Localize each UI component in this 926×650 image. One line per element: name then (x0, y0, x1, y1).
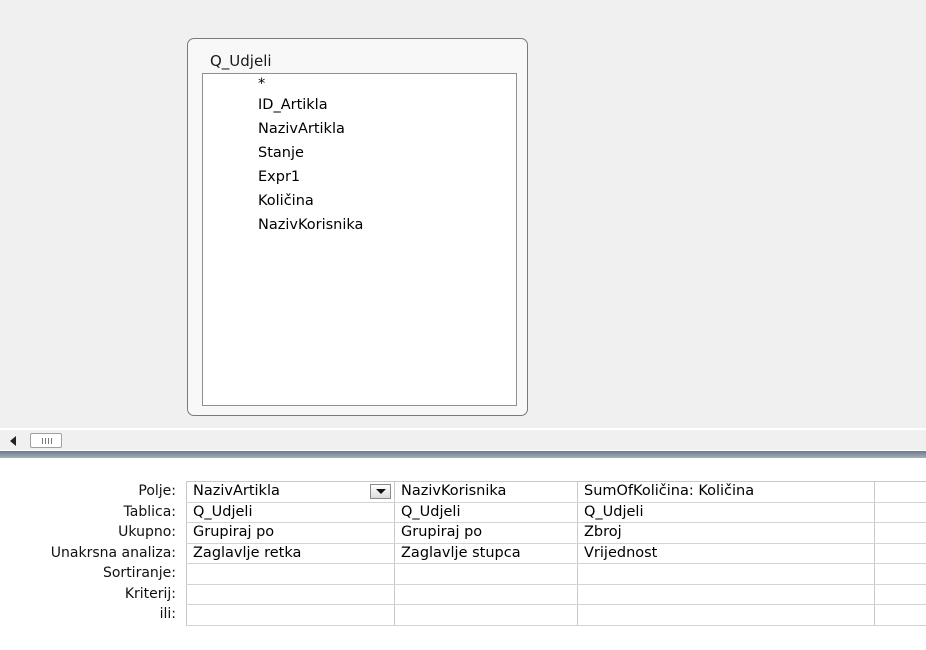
field-item-expr1[interactable]: Expr1 (258, 169, 300, 185)
grid-cell-kriterij-4[interactable] (875, 585, 926, 605)
table-title[interactable]: Q_Udjeli (210, 52, 272, 70)
scroll-thumb[interactable] (30, 433, 62, 448)
grip-line (45, 438, 46, 444)
grid-cell-ili-1[interactable] (186, 605, 395, 625)
grid-cell-unakrsna-4[interactable] (875, 544, 926, 564)
table-q-udjeli[interactable]: Q_Udjeli * ID_Artikla NazivArtikla Stanj… (187, 38, 528, 416)
row-label-ili: ili: (159, 606, 176, 622)
grid-cell-ili-3[interactable] (578, 605, 875, 625)
grid-row-unakrsna-analiza: Zaglavlje retka Zaglavlje stupca Vrijedn… (186, 543, 926, 564)
row-label-ukupno: Ukupno: (118, 524, 176, 540)
grid-cell-tablica-3[interactable]: Q_Udjeli (578, 502, 875, 522)
field-item-stanje[interactable]: Stanje (258, 145, 304, 161)
cell-text: NazivArtikla (193, 483, 280, 499)
grid-row-ukupno: Grupiraj po Grupiraj po Zbroj (186, 523, 926, 544)
pane-splitter[interactable] (0, 451, 926, 458)
row-label-polje: Polje: (138, 483, 176, 499)
field-item-naziv-artikla[interactable]: NazivArtikla (258, 121, 345, 137)
chevron-down-icon[interactable] (370, 484, 391, 499)
grid-cell-ukupno-2[interactable]: Grupiraj po (395, 523, 578, 543)
query-design-grid-area: Polje: Tablica: Ukupno: Unakrsna analiza… (0, 458, 926, 650)
grid-cell-kriterij-1[interactable] (186, 584, 395, 604)
grid-cell-polje-4[interactable] (875, 482, 926, 502)
grid-cell-kriterij-2[interactable] (395, 584, 578, 604)
grid-row-ili (186, 605, 926, 626)
horizontal-scrollbar[interactable] (0, 430, 926, 450)
field-item-all[interactable]: * (258, 76, 265, 92)
field-list[interactable]: * ID_Artikla NazivArtikla Stanje Expr1 K… (202, 73, 517, 406)
grid-row-sortiranje (186, 564, 926, 585)
grid-row-polje: NazivArtikla NazivKorisnika SumOfKoličin… (186, 482, 926, 503)
grid-cell-sortiranje-4[interactable] (875, 564, 926, 584)
chevron-left-icon[interactable] (10, 436, 16, 446)
field-item-id-artikla[interactable]: ID_Artikla (258, 97, 328, 113)
grid-cell-tablica-2[interactable]: Q_Udjeli (395, 502, 578, 522)
grid-cell-tablica-1[interactable]: Q_Udjeli (186, 502, 395, 522)
grid-cell-ili-2[interactable] (395, 605, 578, 625)
grip-line (51, 438, 52, 444)
field-item-kolicina[interactable]: Količina (258, 193, 314, 209)
grid-cell-polje-3[interactable]: SumOfKoličina: Količina (578, 482, 875, 502)
query-grid: NazivArtikla NazivKorisnika SumOfKoličin… (186, 481, 926, 626)
grid-cell-kriterij-3[interactable] (578, 584, 875, 604)
grid-cell-ukupno-1[interactable]: Grupiraj po (186, 523, 395, 543)
grid-row-tablica: Q_Udjeli Q_Udjeli Q_Udjeli (186, 502, 926, 523)
grid-cell-ukupno-4[interactable] (875, 523, 926, 543)
grip-line (48, 438, 49, 444)
row-labels: Polje: Tablica: Ukupno: Unakrsna analiza… (0, 481, 184, 625)
row-label-kriterij: Kriterij: (124, 585, 176, 602)
grid-cell-unakrsna-2[interactable]: Zaglavlje stupca (395, 543, 578, 563)
field-item-naziv-korisnika[interactable]: NazivKorisnika (258, 217, 363, 233)
grid-row-kriterij (186, 584, 926, 605)
grid-cell-polje-2[interactable]: NazivKorisnika (395, 482, 578, 502)
table-design-area: Q_Udjeli * ID_Artikla NazivArtikla Stanj… (0, 0, 926, 428)
grid-cell-unakrsna-1[interactable]: Zaglavlje retka (186, 543, 395, 563)
grid-cell-polje-1[interactable]: NazivArtikla (186, 482, 395, 502)
row-label-sortiranje: Sortiranje: (102, 565, 176, 581)
grid-cell-ukupno-3[interactable]: Zbroj (578, 523, 875, 543)
grid-cell-unakrsna-3[interactable]: Vrijednost (578, 543, 875, 563)
grip-line (42, 438, 43, 444)
grid-cell-sortiranje-2[interactable] (395, 564, 578, 584)
grid-cell-sortiranje-3[interactable] (578, 564, 875, 584)
grid-cell-sortiranje-1[interactable] (186, 564, 395, 584)
row-label-tablica: Tablica: (123, 503, 176, 520)
row-label-unakrsna-analiza: Unakrsna analiza: (50, 544, 176, 561)
grid-cell-tablica-4[interactable] (875, 503, 926, 523)
grid-cell-ili-4[interactable] (875, 605, 926, 625)
